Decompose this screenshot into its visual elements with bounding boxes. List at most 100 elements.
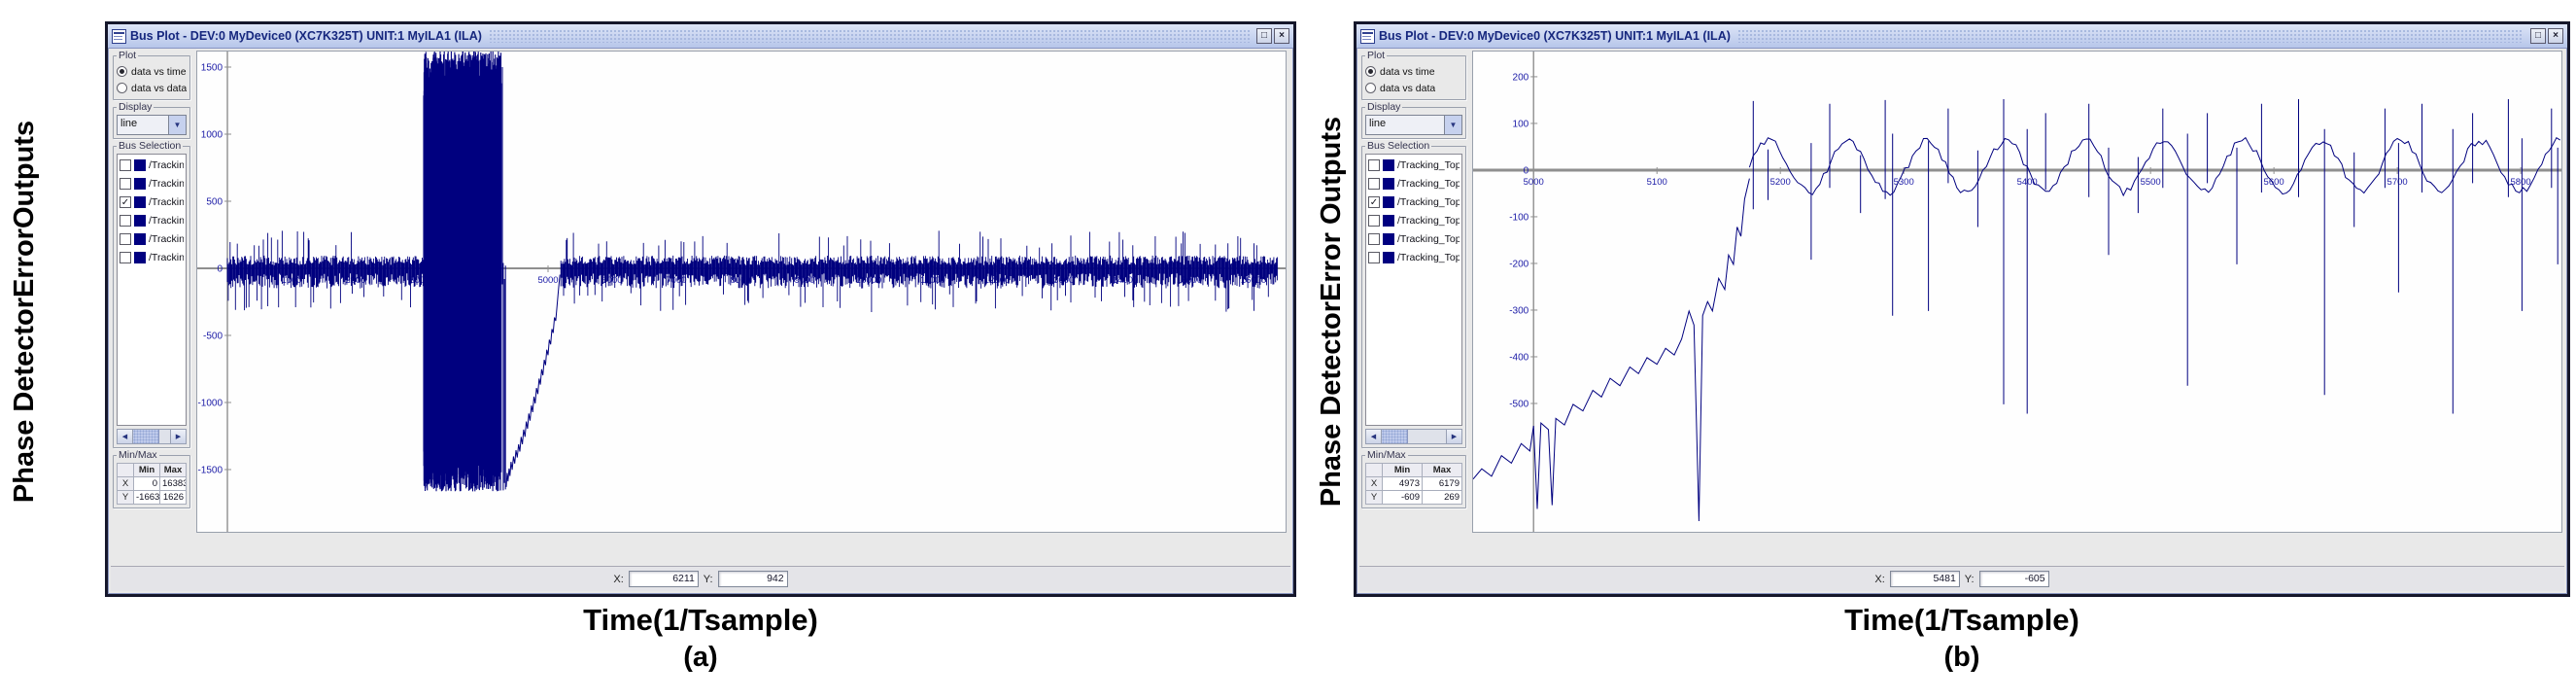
bus-item[interactable]: /Tracking_Top_In — [1367, 248, 1460, 266]
bus-item[interactable]: ✓/Tracking_Top_In — [1367, 192, 1460, 211]
bus-list[interactable]: /Tracking_Top_In/Tracking_Top_In ✓ /Tracki… — [117, 154, 187, 426]
scrollbar-thumb[interactable] — [133, 430, 159, 443]
x-tick-label: 5500 — [2141, 177, 2161, 188]
y-axis-label: Phase DetectorError Outputs — [1309, 27, 1356, 595]
bus-item[interactable]: /Tracking_Top_In — [119, 156, 185, 174]
bus-plot-chart[interactable]: 2001000-100-200-300-400-5005000510052005… — [1473, 52, 2561, 532]
plot-area[interactable]: 150010005000-500-1000-150010002000300040… — [196, 51, 1287, 533]
minmax-group-title: Min/Max — [1365, 449, 1408, 461]
radio-data-vs-data[interactable]: data vs data — [1365, 80, 1462, 96]
bus-item-label: /Tracking_Top_In — [149, 252, 184, 263]
checkbox-icon[interactable] — [1368, 178, 1380, 190]
bus-list[interactable]: /Tracking_Top_In/Tracking_Top_In✓/Tracki… — [1365, 154, 1462, 426]
bus-item[interactable]: ✓ /Tracking_Top_In — [119, 192, 185, 211]
checkbox-icon[interactable] — [1368, 159, 1380, 171]
close-button[interactable]: × — [1274, 28, 1289, 44]
y-tick-label: -500 — [1509, 399, 1528, 409]
bus-item-label: /Tracking_Top_In — [149, 215, 184, 227]
checkbox-icon[interactable]: ✓ — [120, 196, 131, 208]
column-header: Min — [1383, 464, 1423, 477]
checkbox-icon[interactable] — [120, 252, 131, 263]
window-title: Bus Plot - DEV:0 MyDevice0 (XC7K325T) UN… — [130, 29, 482, 43]
spike-series — [502, 67, 505, 490]
window-content: Plot data vs timedata vs data Display li… — [111, 49, 1290, 564]
display-group-title: Display — [117, 101, 154, 113]
bus-color-swatch — [134, 196, 146, 208]
radio-label: data vs data — [131, 83, 187, 94]
horizontal-scrollbar[interactable]: ◀ ▶ — [117, 429, 187, 444]
column-header: Max — [160, 464, 187, 477]
chevron-down-icon[interactable]: ▼ — [1444, 116, 1461, 134]
window-titlebar[interactable]: Bus Plot - DEV:0 MyDevice0 (XC7K325T) UN… — [1357, 24, 2567, 49]
radio-data-vs-time[interactable]: data vs time — [117, 63, 187, 80]
maximize-button[interactable]: □ — [2530, 28, 2546, 44]
x-coordinate-field[interactable]: 6211 — [629, 571, 699, 587]
display-select[interactable]: line ▼ — [117, 115, 187, 135]
display-value: line — [1366, 116, 1444, 134]
scroll-right-button[interactable]: ▶ — [1446, 430, 1461, 443]
radio-data-vs-data[interactable]: data vs data — [117, 80, 187, 96]
row-header-cell: Y — [118, 491, 134, 505]
bus-item-label: /Tracking_Top_In — [149, 196, 184, 208]
max-value-cell: 16383 — [160, 477, 187, 491]
bus-item-label: /Tracking_Top_In — [1397, 233, 1460, 245]
column-header — [1366, 464, 1383, 477]
checkbox-icon[interactable] — [1368, 215, 1380, 227]
bus-color-swatch — [1383, 215, 1394, 227]
window-buttons: □× — [2530, 28, 2563, 44]
y-tick-label: -1000 — [197, 398, 223, 408]
y-coordinate-field[interactable]: 942 — [718, 571, 788, 587]
checkbox-icon[interactable] — [120, 215, 131, 227]
bus-item[interactable]: /Tracking_Top_In — [119, 229, 185, 248]
window-titlebar[interactable]: Bus Plot - DEV:0 MyDevice0 (XC7K325T) UN… — [108, 24, 1293, 49]
bus-item[interactable]: /Tracking_Top_In — [1367, 156, 1460, 174]
scroll-left-button[interactable]: ◀ — [118, 430, 133, 443]
plot-area[interactable]: 2001000-100-200-300-400-5005000510052005… — [1472, 51, 2562, 533]
checkbox-icon[interactable] — [120, 159, 131, 171]
chevron-down-icon[interactable]: ▼ — [168, 116, 186, 134]
scrollbar-track[interactable] — [1408, 430, 1446, 443]
bus-plot-chart[interactable]: 150010005000-500-1000-150010002000300040… — [197, 52, 1286, 532]
table-header-row: MinMax — [1366, 464, 1462, 477]
plot-group: Plot data vs timedata vs data — [113, 55, 190, 100]
window-buttons: □× — [1256, 28, 1289, 44]
sidebar: Plot data vs timedata vs data Display li… — [1359, 49, 1468, 564]
display-select[interactable]: line ▼ — [1365, 115, 1462, 135]
figure-a: Phase DetectorErrorOutputs Bus Plot - DE… — [0, 0, 1307, 700]
table-row: X016383 — [118, 477, 187, 491]
scroll-right-button[interactable]: ▶ — [170, 430, 186, 443]
bus-item[interactable]: /Tracking_Top_In — [119, 248, 185, 266]
x-coordinate-field[interactable]: 5481 — [1890, 571, 1960, 587]
x-tick-label: 5100 — [1647, 177, 1667, 188]
horizontal-scrollbar[interactable]: ◀ ▶ — [1365, 429, 1462, 444]
y-tick-label: -300 — [1509, 305, 1528, 316]
checkbox-icon[interactable] — [120, 178, 131, 190]
y-tick-label: 0 — [217, 263, 223, 274]
x-tick-label: 5700 — [2387, 177, 2408, 188]
scrollbar-thumb[interactable] — [1382, 430, 1408, 443]
y-coordinate-field[interactable]: -605 — [1979, 571, 2049, 587]
scrollbar-track[interactable] — [159, 430, 170, 443]
y-tick-label: 500 — [206, 196, 223, 207]
checkbox-icon[interactable] — [120, 233, 131, 245]
checkbox-icon[interactable] — [1368, 252, 1380, 263]
y-tick-label: -500 — [203, 331, 223, 341]
y-tick-label: 1000 — [201, 130, 223, 141]
bus-item[interactable]: /Tracking_Top_In — [119, 174, 185, 192]
bus-item[interactable]: /Tracking_Top_In — [1367, 211, 1460, 229]
maximize-button[interactable]: □ — [1256, 28, 1272, 44]
bus-item[interactable]: /Tracking_Top_In — [119, 211, 185, 229]
bus-item[interactable]: /Tracking_Top_In — [1367, 174, 1460, 192]
close-button[interactable]: × — [2548, 28, 2563, 44]
plot-mode-radios: data vs time data vs data — [117, 63, 187, 96]
min-value-cell: -609 — [1383, 491, 1423, 505]
scroll-left-button[interactable]: ◀ — [1366, 430, 1382, 443]
bus-item-label: /Tracking_Top_In — [149, 233, 184, 245]
y-axis-label-text: Phase DetectorErrorOutputs — [10, 120, 42, 502]
y-coordinate-label: Y: — [1965, 574, 1975, 585]
checkbox-icon[interactable]: ✓ — [1368, 196, 1380, 208]
radio-data-vs-time[interactable]: data vs time — [1365, 63, 1462, 80]
bus-item[interactable]: /Tracking_Top_In — [1367, 229, 1460, 248]
checkbox-icon[interactable] — [1368, 233, 1380, 245]
table-row: Y-609269 — [1366, 491, 1462, 505]
